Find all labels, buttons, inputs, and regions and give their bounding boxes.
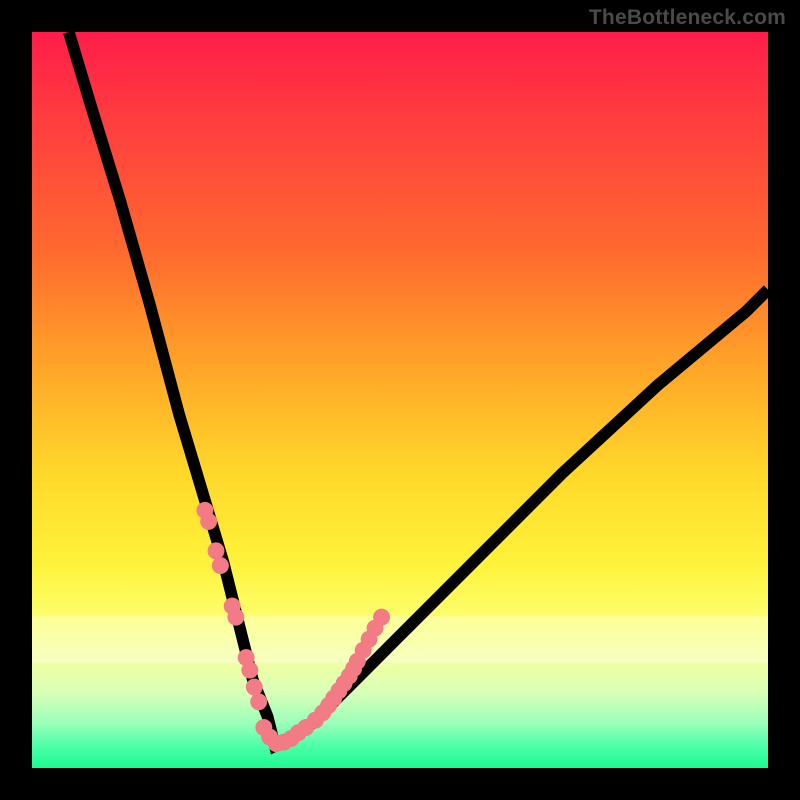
data-dot bbox=[250, 693, 267, 710]
data-dot bbox=[227, 609, 244, 626]
data-dot bbox=[200, 513, 217, 530]
data-dots bbox=[196, 502, 390, 752]
bottleneck-curve bbox=[69, 32, 768, 746]
plot-area bbox=[32, 32, 768, 768]
data-dot bbox=[246, 679, 263, 696]
data-dot bbox=[373, 609, 390, 626]
data-dot bbox=[208, 542, 225, 559]
data-dot bbox=[212, 557, 229, 574]
watermark-text: TheBottleneck.com bbox=[589, 6, 786, 30]
chart-frame: TheBottleneck.com bbox=[0, 0, 800, 800]
data-dot bbox=[241, 662, 258, 679]
curve-svg bbox=[32, 32, 768, 768]
